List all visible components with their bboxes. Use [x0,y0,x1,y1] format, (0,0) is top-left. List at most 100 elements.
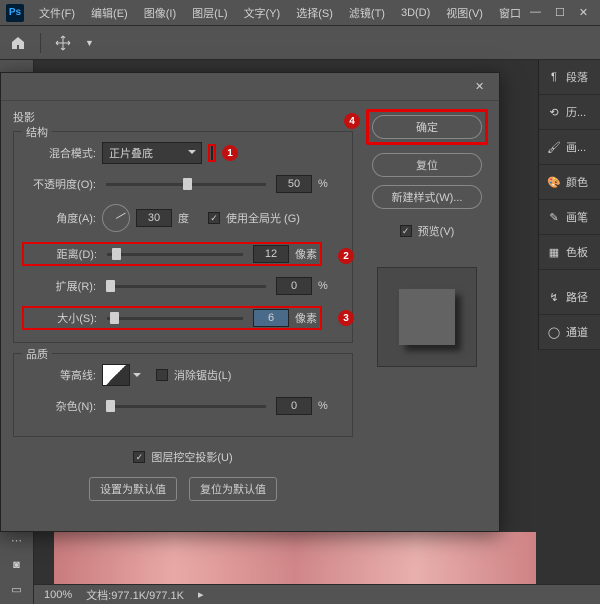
reset-default-button[interactable]: 复位为默认值 [189,477,277,501]
quality-legend: 品质 [22,346,52,362]
paths-icon: ↯ [547,290,561,304]
brush-icon: 🖌 [547,140,561,154]
menu-layer[interactable]: 图层(L) [185,1,234,25]
annotation-marker-3: 3 [338,310,354,326]
noise-unit: % [318,400,342,412]
angle-input[interactable] [136,209,172,227]
shadow-color-swatch[interactable] [211,146,213,160]
panel-label: 颜色 [566,174,588,190]
screenmode-icon[interactable]: ▭ [11,583,21,596]
highlight-1 [208,144,216,162]
distance-unit: 像素 [295,246,319,262]
window-controls: — ☐ ✕ [530,6,594,19]
menu-image[interactable]: 图像(I) [137,1,183,25]
size-slider[interactable] [107,317,243,320]
move-tool-icon[interactable] [55,35,71,51]
menu-window[interactable]: 窗口 [492,1,528,25]
distance-slider[interactable] [107,253,243,256]
panel-brushpreset[interactable]: 🖌 画... [539,133,600,161]
spread-slider[interactable] [106,285,266,288]
antialias-checkbox[interactable] [156,369,168,381]
effect-title: 投影 [13,109,353,125]
brushes-icon: ✎ [547,210,561,224]
panel-label: 段落 [566,69,588,85]
minimize-icon[interactable]: — [530,6,541,19]
panel-label: 画... [566,139,586,155]
zoom-level[interactable]: 100% [44,589,72,601]
panel-brush[interactable]: ✎ 画笔 [539,203,600,231]
channels-icon: ◯ [547,325,561,339]
panel-label: 画笔 [566,209,588,225]
new-style-button[interactable]: 新建样式(W)... [372,185,482,209]
blend-mode-select[interactable]: 正片叠底 [102,142,202,164]
home-icon[interactable] [10,35,26,51]
distance-label: 距离(D): [25,246,97,262]
doc-info: 文档:977.1K/977.1K [86,587,184,603]
chevron-down-icon[interactable]: ▼ [85,38,94,48]
close-icon[interactable]: ✕ [579,6,588,19]
contour-label: 等高线: [24,367,96,383]
noise-slider[interactable] [106,405,266,408]
noise-input[interactable] [276,397,312,415]
layer-style-dialog: ✕ 投影 结构 混合模式: 正片叠底 1 不透明度(O): % [0,72,500,532]
panel-color[interactable]: 🎨 颜色 [539,168,600,196]
panel-paths[interactable]: ↯路径 [539,283,600,311]
menu-select[interactable]: 选择(S) [289,1,340,25]
opacity-input[interactable] [276,175,312,193]
preview-checkbox[interactable] [400,225,412,237]
paragraph-icon: ¶ [547,70,561,84]
size-unit: 像素 [295,310,319,326]
knockout-checkbox[interactable] [133,451,145,463]
antialias-label: 消除锯齿(L) [174,367,231,383]
panel-swatches[interactable]: ▦ 色板 [539,238,600,266]
blend-mode-value: 正片叠底 [109,148,153,160]
noise-label: 杂色(N): [24,398,96,414]
annotation-marker-4: 4 [344,113,360,129]
global-light-label: 使用全局光 (G) [226,210,300,226]
opacity-slider[interactable] [106,183,266,186]
spread-input[interactable] [276,277,312,295]
spread-label: 扩展(R): [24,278,96,294]
menu-edit[interactable]: 编辑(E) [84,1,135,25]
knockout-label: 图层挖空投影(U) [151,449,232,465]
menu-file[interactable]: 文件(F) [32,1,82,25]
quickmask-icon[interactable]: ◙ [13,559,20,571]
panel-channels[interactable]: ◯ 通道 [539,318,600,346]
menu-bar: Ps 文件(F) 编辑(E) 图像(I) 图层(L) 文字(Y) 选择(S) 滤… [0,0,600,26]
contour-picker[interactable] [102,364,130,386]
swatches-icon: ▦ [547,245,561,259]
quality-group: 品质 等高线: 消除锯齿(L) 杂色(N): % [13,353,353,437]
size-input[interactable] [253,309,289,327]
angle-dial[interactable] [102,204,130,232]
color-icon: 🎨 [547,175,561,189]
panel-label: 通道 [566,324,588,340]
annotation-marker-1: 1 [222,145,238,161]
preview-swatch [399,289,455,345]
structure-legend: 结构 [22,124,52,140]
options-bar: ▼ [0,26,600,60]
panel-paragraph[interactable]: ¶ 段落 [539,63,600,91]
distance-input[interactable] [253,245,289,263]
panel-history[interactable]: ⟲ 历... [539,98,600,126]
dialog-close-icon[interactable]: ✕ [475,80,489,94]
history-icon: ⟲ [547,105,561,119]
menu-type[interactable]: 文字(Y) [237,1,288,25]
preview-label: 预览(V) [418,223,455,239]
set-default-button[interactable]: 设置为默认值 [89,477,177,501]
ok-button[interactable]: 确定 [372,115,482,139]
maximize-icon[interactable]: ☐ [555,6,565,19]
edit-toolbar-icon[interactable]: ⋯ [11,534,22,547]
chevron-right-icon[interactable]: ▸ [198,588,204,601]
panel-label: 历... [566,104,586,120]
opacity-unit: % [318,178,342,190]
blend-mode-label: 混合模式: [24,145,96,161]
menu-view[interactable]: 视图(V) [439,1,490,25]
size-label: 大小(S): [25,310,97,326]
menu-filter[interactable]: 滤镜(T) [342,1,392,25]
reset-button[interactable]: 复位 [372,153,482,177]
menu-3d[interactable]: 3D(D) [394,3,437,23]
panel-label: 色板 [566,244,588,260]
opacity-label: 不透明度(O): [24,176,96,192]
global-light-checkbox[interactable] [208,212,220,224]
separator [40,33,41,53]
